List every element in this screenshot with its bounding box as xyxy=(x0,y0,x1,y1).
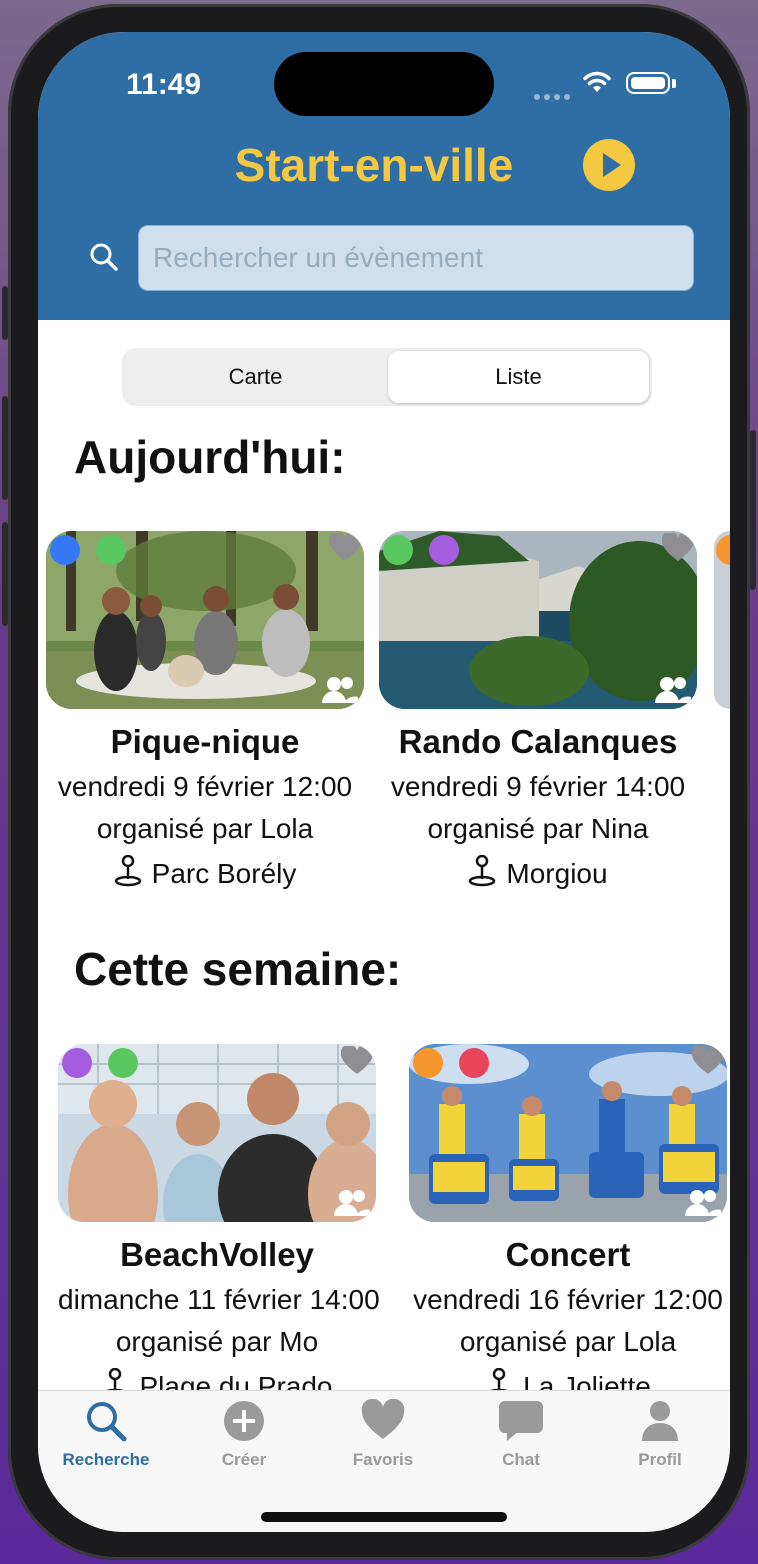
section-title-this-week: Cette semaine: xyxy=(74,943,402,995)
event-card[interactable]: Rando Calanques vendredi 9 février 14:00… xyxy=(379,531,697,890)
segment-carte[interactable]: Carte xyxy=(125,351,386,403)
power-button xyxy=(750,430,756,590)
dynamic-island xyxy=(274,52,494,116)
event-date: vendredi 9 février 14:00 xyxy=(390,771,686,802)
event-name: Concert xyxy=(505,1236,631,1273)
category-dot xyxy=(50,535,80,565)
tab-favoris[interactable]: Favoris xyxy=(323,1398,443,1470)
event-location: Parc Borély xyxy=(46,854,364,890)
tab-recherche[interactable]: Recherche xyxy=(46,1399,166,1470)
concert-image xyxy=(409,1044,727,1222)
event-organizer: organisé par Lola xyxy=(459,1326,677,1357)
group-people-icon xyxy=(322,677,358,703)
tab-label: Profil xyxy=(638,1450,682,1469)
event-date: vendredi 16 février 12:00 xyxy=(413,1284,723,1315)
event-photo-picnic xyxy=(46,531,364,709)
category-dot xyxy=(459,1048,489,1078)
category-dot xyxy=(716,535,730,565)
picnic-image xyxy=(46,531,364,709)
event-location-label: Morgiou xyxy=(506,858,608,889)
header: 11:49 Start-en-ville xyxy=(38,32,730,320)
chat-bubble-icon xyxy=(499,1401,543,1441)
segment-liste[interactable]: Liste xyxy=(388,351,649,403)
home-indicator xyxy=(261,1512,507,1522)
favorite-heart-icon[interactable] xyxy=(692,1046,724,1076)
event-photo-beachvolley xyxy=(58,1044,376,1222)
event-name: BeachVolley xyxy=(120,1236,314,1273)
event-photo-calanques xyxy=(379,531,697,709)
event-location-label: Parc Borély xyxy=(151,858,297,889)
event-organizer: organisé par Nina xyxy=(427,813,649,844)
event-name: Pique-nique xyxy=(110,723,300,760)
tab-bar: Recherche Créer Favoris Chat Profil xyxy=(38,1390,730,1532)
group-people-icon xyxy=(685,1190,721,1216)
tab-label: Recherche xyxy=(62,1450,150,1469)
favorite-heart-icon[interactable] xyxy=(662,533,694,563)
location-pin-icon xyxy=(469,854,496,887)
person-icon xyxy=(642,1401,678,1441)
group-people-icon xyxy=(334,1190,370,1216)
wifi-icon xyxy=(583,71,611,92)
favorite-heart-icon[interactable] xyxy=(341,1046,373,1076)
screen: 11:49 Start-en-ville Carte Liste Aujourd… xyxy=(38,32,730,1532)
tab-creer[interactable]: Créer xyxy=(184,1399,304,1470)
category-dot xyxy=(383,535,413,565)
event-name: Rando Calanques xyxy=(398,723,678,760)
mute-switch xyxy=(2,286,8,340)
location-pin-icon xyxy=(114,854,141,887)
event-organizer: organisé par Mo xyxy=(115,1326,319,1357)
category-dot xyxy=(62,1048,92,1078)
search-icon xyxy=(90,243,118,271)
plus-circle-icon xyxy=(224,1401,264,1441)
status-time: 11:49 xyxy=(126,68,202,101)
cellular-signal-icon xyxy=(534,87,574,105)
event-card[interactable]: Concert vendredi 16 février 12:00 organi… xyxy=(409,1044,727,1403)
event-card-peek[interactable] xyxy=(714,531,730,709)
beachvolley-image xyxy=(58,1044,376,1222)
search-input[interactable] xyxy=(138,225,694,291)
event-card[interactable]: Pique-nique vendredi 9 février 12:00 org… xyxy=(46,531,364,890)
battery-icon xyxy=(626,72,670,94)
category-dot xyxy=(413,1048,443,1078)
battery-nub xyxy=(672,79,676,88)
volume-up-button xyxy=(2,396,8,500)
tab-label: Favoris xyxy=(352,1450,414,1469)
tab-chat[interactable]: Chat xyxy=(461,1399,581,1470)
event-location: Morgiou xyxy=(379,854,697,890)
event-date: dimanche 11 février 14:00 xyxy=(58,1284,380,1315)
group-people-icon xyxy=(655,677,691,703)
heart-icon xyxy=(361,1398,405,1439)
category-dot xyxy=(429,535,459,565)
category-dot xyxy=(108,1048,138,1078)
tab-label: Créer xyxy=(221,1450,267,1469)
section-title-today: Aujourd'hui: xyxy=(74,431,346,483)
event-organizer: organisé par Lola xyxy=(96,813,314,844)
search-icon xyxy=(87,1402,127,1442)
play-button[interactable] xyxy=(583,139,635,191)
category-dot xyxy=(96,535,126,565)
event-date: vendredi 9 février 12:00 xyxy=(57,771,353,802)
event-photo-concert xyxy=(409,1044,727,1222)
calanques-image xyxy=(379,531,697,709)
play-icon xyxy=(603,153,621,177)
tab-profil[interactable]: Profil xyxy=(600,1399,720,1470)
view-mode-segmented-control: Carte Liste xyxy=(122,348,652,406)
event-card[interactable]: BeachVolley dimanche 11 février 14:00 or… xyxy=(58,1044,380,1403)
favorite-heart-icon[interactable] xyxy=(329,533,361,563)
volume-down-button xyxy=(2,522,8,626)
tab-label: Chat xyxy=(502,1450,540,1469)
